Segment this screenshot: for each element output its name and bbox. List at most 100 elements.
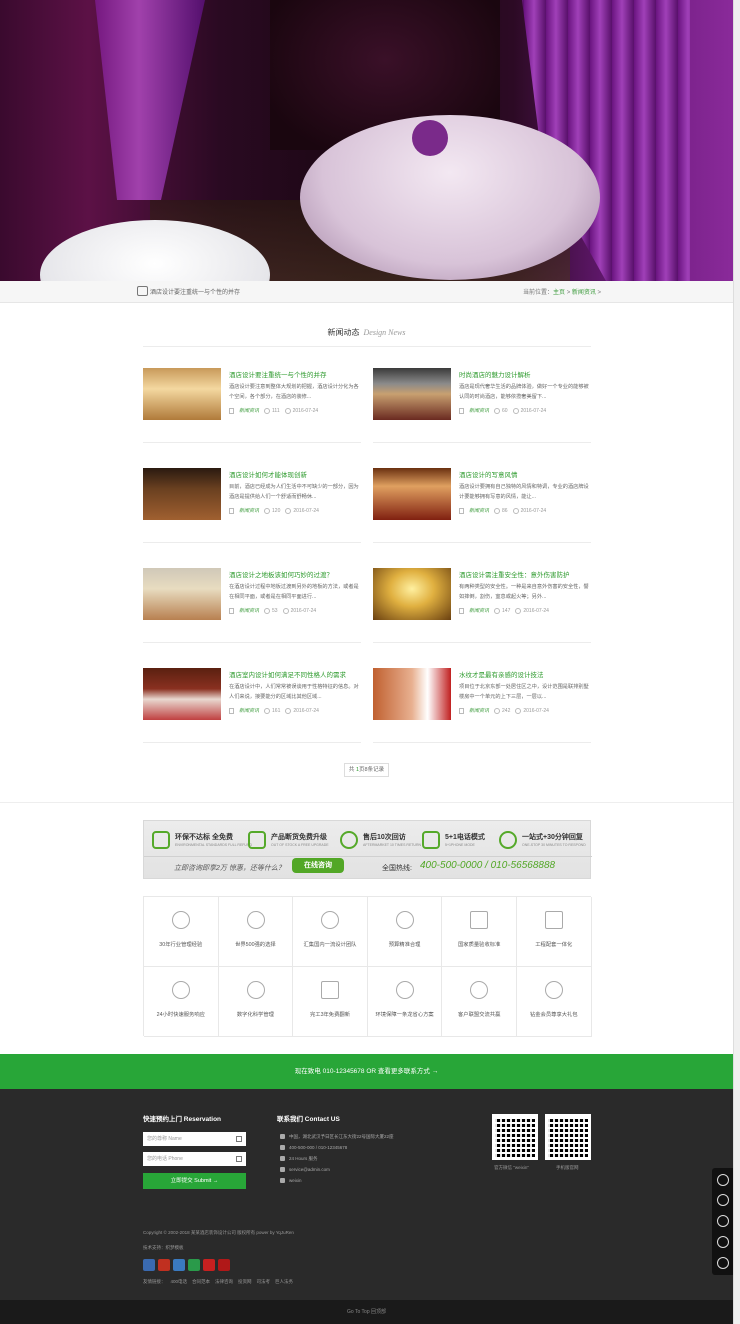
promo-question: 立即咨询即享2万 惊惠，还等什么？: [174, 865, 285, 872]
scrollbar[interactable]: [733, 0, 740, 1324]
breadcrumb-home-link[interactable]: 主页: [553, 290, 565, 296]
news-item[interactable]: 酒店设计需注重安全性：意外伤害防护 有两种类型的安全性。一种是来自意外伤害的安全…: [373, 568, 591, 644]
phone-input[interactable]: 您的电话 Phone: [143, 1152, 246, 1166]
news-title-link[interactable]: 酒店设计需注重安全性：意外伤害防护: [459, 569, 570, 579]
friend-link[interactable]: 司法考: [257, 1279, 271, 1284]
service-promo-banner: 环保不达标 全免费 ENVIRONMENTAL STANDARDS FULL R…: [143, 820, 592, 879]
qr-caption: 官方微信 "weixin": [494, 1165, 529, 1170]
tag-icon: [459, 607, 464, 614]
badge-icon[interactable]: [218, 1259, 230, 1271]
location-icon[interactable]: [717, 1194, 729, 1206]
news-meta: 新闻资讯 53 2016-07-24: [229, 607, 316, 614]
hero-banner-image: [0, 0, 733, 281]
news-thumbnail[interactable]: [143, 368, 221, 420]
call-to-action-bar[interactable]: 现在致电 010-12345678 OR 查看更多联系方式 →: [0, 1054, 733, 1089]
user-icon: [236, 1136, 242, 1142]
feature-cell: 数字化科学管理: [218, 967, 294, 1037]
news-title-link[interactable]: 水纹才是最有亲感的设计技法: [459, 669, 544, 679]
breadcrumb: 当前位置：主页 > 新闻资讯 >: [523, 290, 602, 296]
news-title-link[interactable]: 酒店设计之地板该如何巧妙的过渡？: [229, 569, 333, 579]
lock-icon: [470, 911, 489, 929]
clock-icon: [512, 407, 519, 414]
page-title: 酒店设计要注重统一与个性的并存: [150, 290, 241, 296]
feature-cell: 国家质量验收标准: [442, 897, 517, 967]
eye-icon: [494, 407, 501, 414]
qq-icon[interactable]: [717, 1215, 729, 1227]
badge-icon[interactable]: [143, 1259, 155, 1271]
go-to-top-bar[interactable]: Go To Top 回顶部: [0, 1300, 733, 1324]
contact-email[interactable]: service@admin.com: [280, 1167, 330, 1173]
news-item[interactable]: 酒店设计如何才能体现创新 目前，酒店已经成为人们生活中不可缺少的一部分，因为酒店…: [143, 468, 361, 544]
pagination[interactable]: 共 1页8条记录: [344, 763, 389, 777]
news-excerpt: 项目位于北京东部一处居住区之中，设计范围是联排别墅楼房中一个单元的上下三层，一层…: [459, 684, 589, 700]
news-thumbnail[interactable]: [373, 368, 451, 420]
medal-icon: [172, 911, 190, 929]
friend-link[interactable]: 投资网: [238, 1279, 252, 1284]
news-thumbnail[interactable]: [143, 568, 221, 620]
eye-icon: [494, 607, 501, 614]
submit-button[interactable]: 立即提交 Submit →: [143, 1173, 246, 1189]
feature-cell: 24小时快速服务响应: [144, 967, 219, 1037]
contact-hours: 24 Hours 服务: [280, 1156, 318, 1162]
phone-icon: [422, 831, 440, 849]
news-item[interactable]: 时尚酒店的魅力设计解析 酒店是现代奢华生活的品牌体验，做好一个专业的能够被认同的…: [373, 368, 591, 444]
feature-cell: 预算精准合理: [367, 897, 443, 967]
friend-link[interactable]: 法律咨询: [215, 1279, 233, 1284]
badge-icon[interactable]: [188, 1259, 200, 1271]
news-meta: 新闻资讯 161 2016-07-24: [229, 707, 319, 714]
weibo-icon[interactable]: [717, 1236, 729, 1248]
eye-icon: [494, 707, 501, 714]
news-title-link[interactable]: 酒店设计如何才能体现创新: [229, 469, 307, 479]
news-thumbnail[interactable]: [143, 668, 221, 720]
news-item[interactable]: 酒店设计要注重统一与个性的并存 酒店设计要注意到整体大规划的把握，酒店设计分化为…: [143, 368, 361, 444]
breadcrumb-news-link[interactable]: 新闻资讯: [572, 290, 596, 296]
tag-icon: [459, 407, 464, 414]
clock-icon: [515, 607, 522, 614]
news-excerpt: 有两种类型的安全性。一种是来自意外伤害的安全性，譬如摔倒，割伤，窒息或起火等；另…: [459, 584, 589, 600]
chart-arrow-icon: [470, 981, 489, 999]
promo-item: 5+1电话模式 5+1PHONE MODE: [422, 829, 502, 853]
phone-24-icon: [172, 981, 190, 999]
mobile-icon: [280, 1156, 285, 1162]
friend-link[interactable]: 400电话: [171, 1279, 188, 1284]
news-thumbnail[interactable]: [373, 668, 451, 720]
feature-cell: 完工3年免费翻新: [293, 967, 368, 1037]
promo-item: 一站式+30分钟回复 ONE-STOP 30 MINUTES TO RESPON…: [499, 829, 589, 853]
news-thumbnail[interactable]: [373, 568, 451, 620]
feature-cell: 世界500强的选择: [218, 897, 294, 967]
news-title-link[interactable]: 时尚酒店的魅力设计解析: [459, 369, 531, 379]
heart-icon: [395, 981, 414, 999]
online-consult-button[interactable]: 在线咨询: [292, 858, 344, 873]
friend-link[interactable]: 巨人法务: [275, 1279, 293, 1284]
tag-icon: [459, 707, 464, 714]
feature-cell: 汇集国内一流设计团队: [293, 897, 368, 967]
signal-icon[interactable]: [717, 1174, 729, 1186]
name-input[interactable]: 您的尊称 Name: [143, 1132, 246, 1146]
news-item[interactable]: 酒店设计的写意风情 酒店设计要拥有自己独特的风情和特调，专业的酒店牌设计要能够拥…: [373, 468, 591, 544]
news-thumbnail[interactable]: [143, 468, 221, 520]
feature-cell: 工程配套一体化: [517, 897, 592, 967]
news-title-link[interactable]: 酒店室内设计如何满足不同性格人的需求: [229, 669, 346, 679]
eye-icon: [264, 507, 271, 514]
phone-icon: [280, 1145, 285, 1151]
badge-icon[interactable]: [158, 1259, 170, 1271]
tag-icon: [459, 507, 464, 514]
eye-icon: [264, 607, 271, 614]
news-thumbnail[interactable]: [373, 468, 451, 520]
back-to-top-icon[interactable]: [717, 1257, 729, 1269]
news-title-link[interactable]: 酒店设计的写意风情: [459, 469, 518, 479]
shield-icon: [545, 981, 563, 999]
user-icon: [321, 911, 340, 929]
news-item[interactable]: 酒店设计之地板该如何巧妙的过渡？ 在酒店设计过程中地板过渡到另外的地板的方法，或…: [143, 568, 361, 644]
news-item[interactable]: 酒店室内设计如何满足不同性格人的需求 在酒店设计中，人们常常被误谈用于性格特征的…: [143, 668, 361, 744]
badge-icon[interactable]: [203, 1259, 215, 1271]
friend-link[interactable]: 合同范本: [192, 1279, 210, 1284]
news-item[interactable]: 水纹才是最有亲感的设计技法 项目位于北京东部一处居住区之中，设计范围是联排别墅楼…: [373, 668, 591, 744]
news-excerpt: 酒店是现代奢华生活的品牌体验，做好一个专业的能够被认同的时尚酒店，能够依揽奢美留…: [459, 384, 589, 400]
divider: [143, 346, 591, 347]
badge-icon[interactable]: [173, 1259, 185, 1271]
news-title-link[interactable]: 酒店设计要注重统一与个性的并存: [229, 369, 327, 379]
contact-phone: 400-500-000 / 010-12345678: [280, 1145, 347, 1151]
friend-links: 友情链接： 400电话 合同范本 法律咨询 投资网 司法考 巨人法务: [143, 1279, 294, 1284]
feature-cell: 钻金会员尊享大礼包: [517, 967, 592, 1037]
